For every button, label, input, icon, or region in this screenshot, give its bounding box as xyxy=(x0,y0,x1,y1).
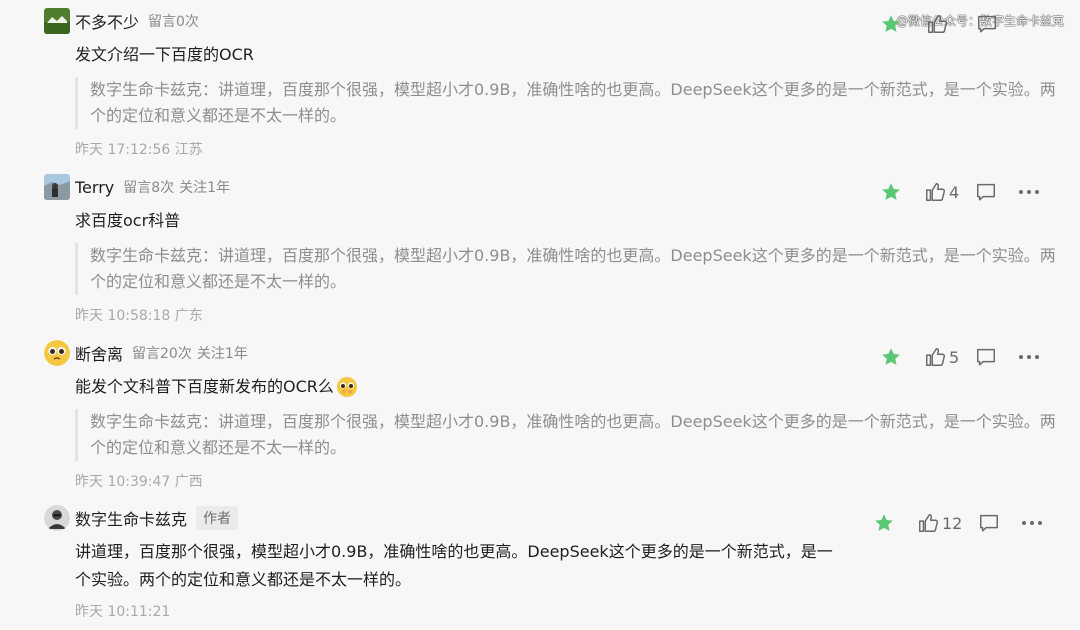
comment-header: 断舍离 留言20次 关注1年 xyxy=(44,340,248,366)
comment-actions: 12 xyxy=(873,511,1044,535)
like-button[interactable]: 4 xyxy=(924,181,959,203)
comment-count-meta: 留言20次 xyxy=(132,346,192,362)
thumb-up-icon xyxy=(926,348,946,366)
comment-text: 求百度ocr科普 xyxy=(75,211,181,230)
like-count: 5 xyxy=(949,347,960,367)
comment-icon[interactable] xyxy=(978,512,1000,534)
comments-page: @微信公众号：数字生命卡兹克 不多不少 留言0次 发文介绍一下百度的OCR 数字… xyxy=(0,0,1080,630)
thumb-up-icon xyxy=(928,15,948,33)
comment-count-meta: 留言8次 xyxy=(123,180,175,196)
thumb-up-icon xyxy=(919,514,939,532)
like-button[interactable]: 5 xyxy=(924,346,959,368)
more-icon[interactable] xyxy=(1017,345,1041,369)
more-icon[interactable] xyxy=(1017,180,1041,204)
comment-header: 不多不少 留言0次 xyxy=(44,8,199,34)
comment-icon[interactable] xyxy=(975,181,997,203)
comment-count-meta: 留言0次 xyxy=(148,14,199,30)
like-button[interactable]: 12 xyxy=(917,512,962,534)
star-icon[interactable] xyxy=(880,346,902,368)
author-reply: 数字生命卡兹克：讲道理，百度那个很强，模型超小才0.9B，准确性啥的也更高。De… xyxy=(75,77,1060,129)
like-count: 12 xyxy=(942,513,963,533)
more-icon[interactable] xyxy=(1020,511,1044,535)
comment-actions: 5 xyxy=(880,345,1041,369)
comment-nickname[interactable]: Terry xyxy=(75,178,114,197)
comment-actions: 4 xyxy=(880,180,1041,204)
avatar[interactable] xyxy=(44,174,70,200)
comment-header: 数字生命卡兹克 作者 xyxy=(44,505,239,531)
comment-nickname[interactable]: 数字生命卡兹克 xyxy=(75,506,187,530)
comment-actions xyxy=(880,12,998,36)
comment-text: 能发个文科普下百度新发布的OCR么 xyxy=(75,377,334,396)
avatar[interactable] xyxy=(44,340,70,366)
comment-time: 昨天 10:39:47 广西 xyxy=(75,474,203,490)
like-count: 4 xyxy=(949,182,960,202)
follow-duration-meta: 关注1年 xyxy=(196,346,248,362)
comment-time: 昨天 10:11:21 xyxy=(75,604,171,620)
pleading-emoji-icon xyxy=(336,376,358,398)
comment-header: Terry 留言8次 关注1年 xyxy=(44,174,230,200)
comment-text: 发文介绍一下百度的OCR xyxy=(75,45,254,64)
avatar[interactable] xyxy=(44,505,70,531)
comment-nickname[interactable]: 断舍离 xyxy=(75,341,123,365)
star-icon[interactable] xyxy=(880,181,902,203)
avatar[interactable] xyxy=(44,8,70,34)
star-icon[interactable] xyxy=(873,512,895,534)
like-button[interactable] xyxy=(926,13,948,35)
comment-text-row: 能发个文科普下百度新发布的OCR么 xyxy=(75,374,358,400)
star-icon[interactable] xyxy=(880,13,902,35)
author-reply: 数字生命卡兹克：讲道理，百度那个很强，模型超小才0.9B，准确性啥的也更高。De… xyxy=(75,243,1060,295)
comment-nickname[interactable]: 不多不少 xyxy=(75,9,139,33)
comment-icon[interactable] xyxy=(975,346,997,368)
comment-text: 讲道理，百度那个很强，模型超小才0.9B，准确性啥的也更高。DeepSeek这个… xyxy=(75,542,833,589)
follow-duration-meta: 关注1年 xyxy=(179,180,231,196)
comment-time: 昨天 17:12:56 江苏 xyxy=(75,142,203,158)
thumb-up-icon xyxy=(926,183,946,201)
comment-time: 昨天 10:58:18 广东 xyxy=(75,308,203,324)
comment-icon[interactable] xyxy=(976,13,998,35)
author-badge: 作者 xyxy=(196,506,239,530)
author-reply: 数字生命卡兹克：讲道理，百度那个很强，模型超小才0.9B，准确性啥的也更高。De… xyxy=(75,409,1060,461)
